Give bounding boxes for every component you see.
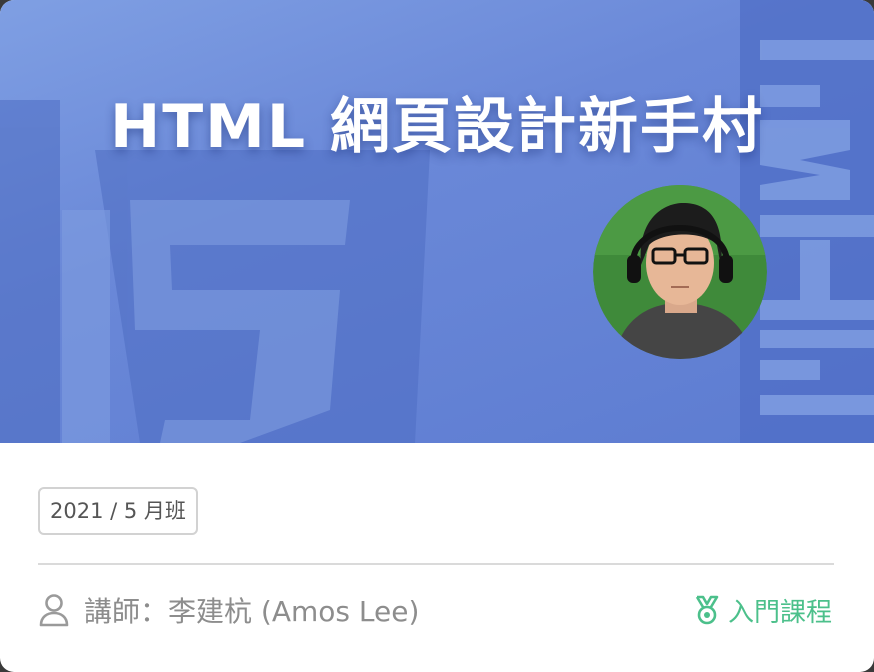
instructor-name: 李建杭 (Amos Lee) [168,595,420,628]
course-level[interactable]: 入門課程 [694,588,832,632]
course-banner: HTML 網頁設計新手村 [0,0,874,443]
instructor-info: 講師： 李建杭 (Amos Lee) [38,588,419,632]
course-card[interactable]: HTML 網頁設計新手村 2021 / 5 月班 講師： 李建杭 (Amos L… [0,0,874,672]
user-icon [39,594,69,627]
level-label: 入門課程 [727,597,832,628]
medal-icon [695,595,719,625]
instructor-avatar [593,185,767,359]
instructor-label: 講師： [84,595,169,628]
banner-title: HTML 網頁設計新手村 [110,92,764,162]
class-tag: 2021 / 5 月班 [38,487,198,535]
divider [38,563,834,565]
